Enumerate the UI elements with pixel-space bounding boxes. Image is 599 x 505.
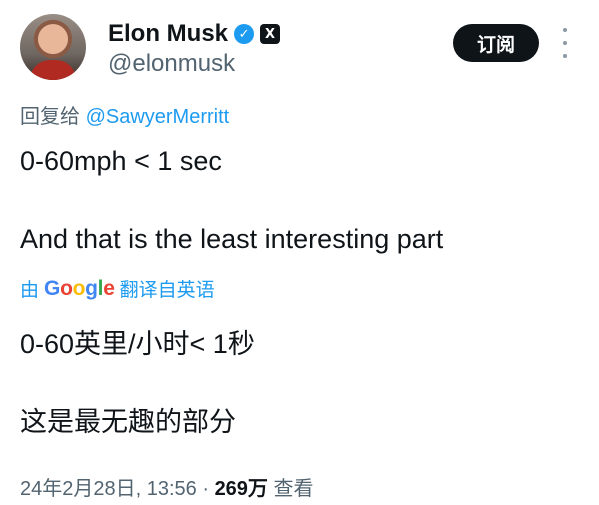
reply-context: 回复给 @SawyerMerritt [20,100,229,129]
avatar[interactable] [20,14,86,80]
translation-attribution[interactable]: 由 Google 翻译自英语 [20,275,215,302]
google-logo: Google [44,276,115,300]
translation-prefix: 由 [20,280,40,301]
reply-prefix: 回复给 [20,106,80,128]
more-vertical-icon[interactable] [560,28,570,58]
x-logo-icon[interactable]: X [260,24,281,44]
meta-separator: · [196,478,215,500]
tweet-header: Elon Musk ✓ X @elonmusk 订阅 [20,14,580,84]
reply-mention-link[interactable]: @SawyerMerritt [86,106,230,128]
tweet-text-line-2: And that is the least interesting part [20,224,444,254]
author-name[interactable]: Elon Musk [108,20,228,48]
author-handle[interactable]: @elonmusk [108,50,235,78]
subscribe-button[interactable]: 订阅 [453,24,539,62]
tweet-text-line-1: 0-60mph < 1 sec [20,146,222,176]
translation-suffix: 翻译自英语 [119,280,215,301]
translated-text-line-2: 这是最无趣的部分 [20,407,236,437]
verified-badge-icon[interactable]: ✓ [234,24,255,44]
tweet-meta: 24年2月28日, 13:56 · 269万 查看 [20,472,314,501]
view-count: 269万 [214,478,268,500]
translated-text-line-1: 0-60英里/小时< 1秒 [20,329,255,359]
views-label: 查看 [267,478,314,500]
timestamp[interactable]: 24年2月28日, 13:56 [20,478,197,500]
author-name-row: Elon Musk ✓ X [108,20,281,48]
